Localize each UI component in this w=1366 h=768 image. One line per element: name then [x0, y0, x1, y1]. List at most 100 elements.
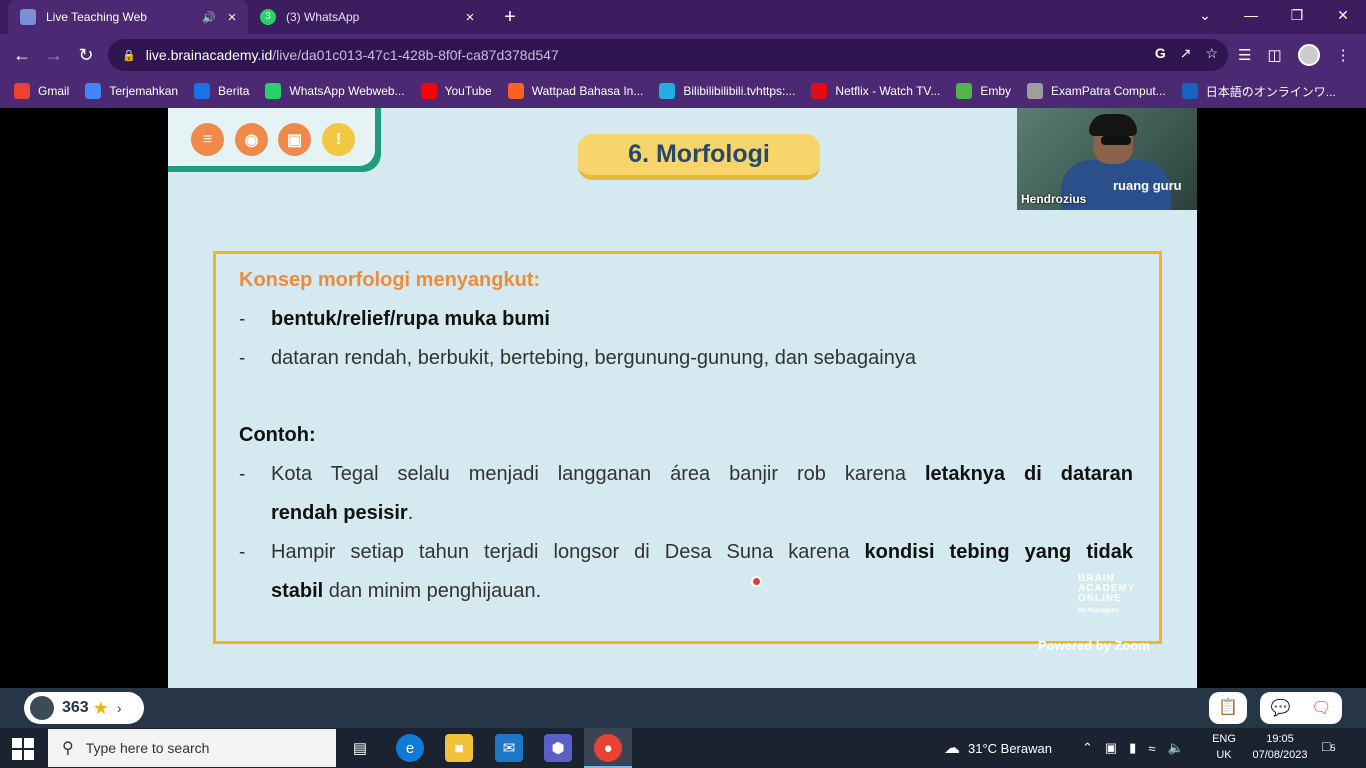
- chat-alert-icon[interactable]: 🗨: [1311, 698, 1331, 718]
- slide-toolstrip: ≡ ◉ ▣ !: [168, 108, 381, 172]
- chat-buttons: 💬 🗨: [1260, 692, 1342, 724]
- bookmark-label: Gmail: [38, 84, 70, 98]
- menu-kebab-icon[interactable]: ⋮: [1336, 46, 1351, 64]
- bullet-dash: -: [239, 348, 246, 369]
- weather-text[interactable]: 31°C Berawan: [968, 741, 1052, 756]
- bookmark-label: Emby: [980, 84, 1012, 98]
- example-1-line2: rendah pesisir.: [271, 502, 414, 524]
- eye-icon[interactable]: ◉: [235, 123, 268, 156]
- copilot-app-icon[interactable]: ⬢: [544, 734, 572, 762]
- bookmark-item[interactable]: 日本語のオンラインワ...: [1181, 83, 1336, 100]
- profile-avatar[interactable]: [1297, 44, 1320, 66]
- notification-icon[interactable]: □5: [1322, 738, 1342, 758]
- minimize-button[interactable]: —: [1228, 0, 1274, 30]
- sunglasses: [1101, 136, 1131, 145]
- lock-icon[interactable]: 🔒: [122, 49, 136, 62]
- menu-lines-icon[interactable]: ≡: [191, 123, 224, 156]
- bookmark-item[interactable]: YouTube: [420, 83, 492, 99]
- close-tab-icon[interactable]: ×: [222, 9, 242, 26]
- bullet-dash: -: [239, 464, 246, 485]
- bullet-dash: -: [239, 309, 246, 330]
- shirt-logo-text: ruang guru: [1113, 178, 1182, 193]
- presenter-video[interactable]: ruang guru Hendrozius: [1017, 108, 1197, 210]
- toolbar-right: ☰ ◫ ⋮: [1238, 44, 1351, 66]
- bookmark-item[interactable]: Terjemahkan: [85, 83, 178, 99]
- close-window-button[interactable]: ✕: [1320, 0, 1366, 30]
- tray-chevron-icon[interactable]: ⌃: [1082, 740, 1093, 756]
- chrome-icon: ●: [594, 734, 622, 762]
- bookmarks-bar: Gmail Terjemahkan Berita WhatsApp Webweb...…: [0, 76, 1366, 106]
- url-text: live.brainacademy.id/live/da01c013-47c1-…: [145, 47, 559, 63]
- file-explorer-icon[interactable]: ■: [445, 734, 473, 762]
- bookmark-star-icon[interactable]: ☆: [1205, 45, 1218, 62]
- weather-cloud-icon[interactable]: ☁: [944, 738, 960, 758]
- example-1-line1: Kota Tegal selalu menjadi langganan área…: [271, 463, 1133, 485]
- back-icon[interactable]: ←: [10, 43, 34, 67]
- language-indicator[interactable]: ENG UK: [1208, 731, 1240, 763]
- bookmark-item[interactable]: Wattpad Bahasa In...: [507, 83, 644, 99]
- search-icon: ⚲: [62, 740, 74, 757]
- user-avatar: [30, 696, 54, 720]
- bookmark-item[interactable]: Berita: [194, 83, 249, 99]
- speaker-icon[interactable]: 🔊: [202, 11, 216, 24]
- close-tab-icon[interactable]: ×: [460, 9, 480, 26]
- bookmark-label: Wattpad Bahasa In...: [531, 84, 644, 98]
- edge-icon[interactable]: e: [396, 734, 424, 762]
- tab-search-icon[interactable]: ⌄: [1182, 0, 1228, 30]
- new-tab-button[interactable]: +: [498, 5, 522, 29]
- windows-start-icon[interactable]: [12, 738, 34, 760]
- powered-by-zoom: Powered by Zoom: [1038, 638, 1150, 653]
- bookmark-favicon-icon: [507, 83, 524, 99]
- classroom-bottom-bar: 363 ★ › 📋 💬 🗨: [0, 688, 1366, 728]
- bookmark-favicon-icon: [811, 83, 828, 99]
- alert-icon[interactable]: !: [322, 123, 355, 156]
- bookmark-favicon-icon: [420, 83, 437, 99]
- laser-pointer-dot: [751, 576, 762, 587]
- mail-icon[interactable]: ✉: [495, 734, 523, 762]
- bookmark-item[interactable]: WhatsApp Webweb...: [265, 83, 405, 99]
- bullet-relief: bentuk/relief/rupa muka bumi: [271, 308, 550, 330]
- example-title: Contoh:: [239, 424, 316, 446]
- battery-icon[interactable]: ▮: [1129, 740, 1136, 756]
- meet-now-icon[interactable]: ▣: [1105, 740, 1117, 756]
- bookmark-favicon-icon: [194, 83, 211, 99]
- volume-icon[interactable]: 🔈: [1167, 740, 1183, 756]
- taskbar-search-box[interactable]: ⚲ Type here to search: [48, 729, 336, 767]
- tab-live-teaching[interactable]: Live Teaching Web 🔊 ×: [8, 0, 248, 34]
- media-control-icon[interactable]: ☰: [1238, 46, 1251, 64]
- tab-title: Live Teaching Web: [46, 10, 147, 24]
- wifi-icon[interactable]: ≈: [1148, 741, 1155, 756]
- forward-icon[interactable]: →: [42, 43, 66, 67]
- bookmark-label: 日本語のオンラインワ...: [1205, 84, 1336, 99]
- bullet-dataran: dataran rendah, berbukit, bertebing, ber…: [271, 347, 916, 369]
- bookmark-item[interactable]: Gmail: [14, 83, 69, 99]
- focus-frame-icon[interactable]: ▣: [278, 123, 311, 156]
- clock[interactable]: 19:05 07/08/2023: [1248, 731, 1312, 763]
- star-icon: ★: [92, 697, 109, 718]
- reload-icon[interactable]: ↻: [74, 43, 98, 67]
- system-tray: ☁ 31°C Berawan ⌃ ▣ ▮ ≈ 🔈: [944, 728, 1184, 768]
- side-panel-icon[interactable]: ◫: [1267, 46, 1281, 64]
- presenter-name: Hendrozius: [1021, 192, 1087, 206]
- tab-bar: Live Teaching Web 🔊 × 3 (3) WhatsApp × +…: [0, 0, 1366, 34]
- bookmark-item[interactable]: Bilibilibilibili.tvhttps:...: [659, 83, 795, 99]
- clipboard-button[interactable]: 📋: [1209, 692, 1247, 724]
- windows-taskbar: ⚲ Type here to search ▤ e ■ ✉ ⬢ ● ☁ 31°C…: [0, 728, 1366, 768]
- bookmark-item[interactable]: Emby: [956, 83, 1011, 99]
- example-2-line1: Hampir setiap tahun terjadi longsor di D…: [271, 541, 1134, 563]
- bookmark-favicon-icon: [956, 83, 973, 99]
- address-bar[interactable]: 🔒 live.brainacademy.id/live/da01c013-47c…: [108, 39, 1228, 71]
- bookmark-item[interactable]: ExamPatra Comput...: [1027, 83, 1166, 99]
- bookmark-favicon-icon: [659, 83, 676, 99]
- bookmark-favicon-icon: [85, 83, 102, 99]
- restore-button[interactable]: ❐: [1274, 0, 1320, 30]
- bookmark-item[interactable]: Netflix - Watch TV...: [811, 83, 940, 99]
- google-icon[interactable]: G: [1155, 45, 1166, 62]
- share-icon[interactable]: ↗: [1180, 45, 1192, 62]
- points-pill[interactable]: 363 ★ ›: [24, 692, 144, 724]
- meeting-content: ≡ ◉ ▣ ! 6. Morfologi ruang guru Hendrozi…: [0, 108, 1366, 688]
- task-view-icon[interactable]: ▤: [346, 734, 374, 762]
- tab-whatsapp[interactable]: 3 (3) WhatsApp ×: [250, 0, 486, 34]
- chat-icon[interactable]: 💬: [1270, 698, 1290, 718]
- bookmark-favicon-icon: [1181, 83, 1198, 99]
